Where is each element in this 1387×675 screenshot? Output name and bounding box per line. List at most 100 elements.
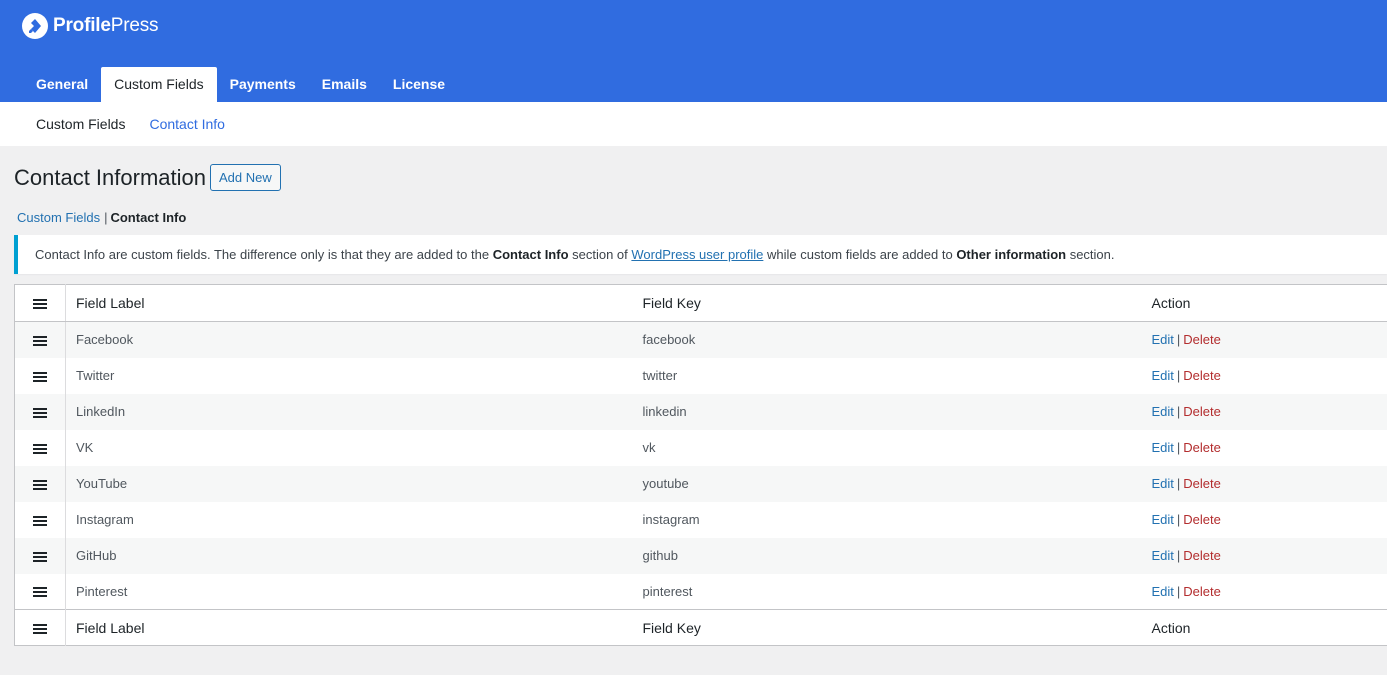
- field-label-cell: Facebook: [76, 332, 134, 348]
- tab-custom-fields[interactable]: Custom Fields: [101, 67, 217, 102]
- field-label-cell: LinkedIn: [76, 404, 126, 419]
- subnav-custom-fields[interactable]: Custom Fields: [36, 116, 125, 132]
- drag-handle-icon[interactable]: [33, 335, 47, 346]
- delete-link[interactable]: Delete: [1183, 404, 1221, 419]
- delete-link[interactable]: Delete: [1183, 584, 1221, 599]
- drag-handle-icon[interactable]: [33, 479, 47, 490]
- action-separator: |: [1176, 512, 1181, 527]
- action-cell: Edit | Delete: [1142, 502, 1387, 538]
- sub-navigation: Custom Fields Contact Info: [0, 102, 1387, 146]
- delete-link[interactable]: Delete: [1183, 548, 1221, 563]
- delete-link[interactable]: Delete: [1183, 368, 1221, 383]
- tab-license[interactable]: License: [380, 67, 458, 102]
- column-header-action: Action: [1141, 284, 1387, 322]
- profilepress-logo-icon: [22, 13, 48, 39]
- drag-handle-icon[interactable]: [33, 371, 47, 382]
- edit-link[interactable]: Edit: [1152, 548, 1174, 563]
- field-label-cell: Pinterest: [76, 583, 128, 599]
- action-cell: Edit | Delete: [1142, 430, 1387, 466]
- action-separator: |: [1176, 583, 1181, 599]
- contact-fields-table: Field Label Field Key Action Facebook fac…: [14, 284, 1387, 646]
- delete-link[interactable]: Delete: [1183, 440, 1221, 455]
- table-row: Facebook facebook Edit | Delete: [14, 321, 1387, 358]
- table-row: VK vk Edit | Delete: [14, 429, 1387, 466]
- table-footer-row: Field Label Field Key Action: [14, 609, 1387, 646]
- column-footer-field-label: Field Label: [65, 609, 633, 646]
- field-key-cell: linkedin: [642, 404, 687, 419]
- tab-general[interactable]: General: [23, 67, 101, 102]
- drag-column-footer: [14, 609, 66, 646]
- add-new-button[interactable]: Add New: [209, 164, 281, 191]
- drag-cell: [14, 501, 66, 538]
- drag-handle-icon: [33, 623, 47, 634]
- delete-link[interactable]: Delete: [1183, 476, 1221, 491]
- action-cell: Edit | Delete: [1142, 394, 1387, 430]
- tab-payments[interactable]: Payments: [217, 67, 309, 102]
- drag-handle-icon: [33, 299, 47, 310]
- drag-column-header: [14, 284, 66, 322]
- edit-link[interactable]: Edit: [1152, 584, 1174, 599]
- table-row: Twitter twitter Edit | Delete: [14, 357, 1387, 394]
- field-label-cell: Twitter: [76, 368, 115, 383]
- action-separator: |: [1176, 332, 1181, 348]
- drag-cell: [14, 321, 66, 358]
- notice-text: while custom fields are added to: [763, 247, 957, 262]
- field-key-cell: github: [642, 548, 678, 563]
- column-header-field-label: Field Label: [65, 284, 633, 322]
- notice-text: section.: [1066, 247, 1115, 262]
- delete-link[interactable]: Delete: [1183, 512, 1221, 527]
- field-key-cell: instagram: [642, 512, 700, 527]
- main-tabs: General Custom Fields Payments Emails Li…: [23, 67, 458, 102]
- table-body: Facebook facebook Edit | Delete Twitter twitte…: [14, 321, 1387, 610]
- column-footer-action: Action: [1141, 609, 1387, 646]
- brand-name: ProfilePress: [53, 15, 159, 36]
- action-separator: |: [1176, 404, 1181, 419]
- edit-link[interactable]: Edit: [1152, 404, 1174, 419]
- edit-link[interactable]: Edit: [1152, 368, 1174, 383]
- drag-cell: [14, 573, 66, 610]
- table-row: LinkedIn linkedin Edit | Delete: [14, 393, 1387, 430]
- breadcrumb-custom-fields-link[interactable]: Custom Fields: [17, 210, 100, 225]
- drag-handle-icon[interactable]: [33, 515, 47, 526]
- action-separator: |: [1176, 476, 1181, 491]
- delete-link[interactable]: Delete: [1183, 332, 1221, 347]
- drag-handle-icon[interactable]: [33, 443, 47, 454]
- edit-link[interactable]: Edit: [1152, 476, 1174, 491]
- drag-cell: [14, 537, 66, 574]
- edit-link[interactable]: Edit: [1152, 440, 1174, 455]
- notice-text: Contact Info are custom fields. The diff…: [35, 247, 493, 262]
- action-separator: |: [1176, 368, 1181, 383]
- top-header-bar: ProfilePress General Custom Fields Payme…: [0, 0, 1387, 102]
- subnav-contact-info[interactable]: Contact Info: [149, 116, 225, 132]
- edit-link[interactable]: Edit: [1152, 332, 1174, 347]
- drag-handle-icon[interactable]: [33, 587, 47, 598]
- action-cell: Edit | Delete: [1142, 466, 1387, 502]
- wordpress-user-profile-link[interactable]: WordPress user profile: [631, 247, 763, 262]
- edit-link[interactable]: Edit: [1152, 512, 1174, 527]
- field-key-cell: twitter: [642, 368, 678, 383]
- table-row: Pinterest pinterest Edit | Delete: [14, 573, 1387, 610]
- table-row: YouTube youtube Edit | Delete: [14, 465, 1387, 502]
- action-cell: Edit | Delete: [1142, 538, 1387, 574]
- page-heading: Contact Information Add New: [14, 164, 281, 191]
- notice-text: section of: [568, 247, 632, 262]
- column-footer-field-key: Field Key: [632, 609, 1142, 646]
- info-notice: Contact Info are custom fields. The diff…: [14, 235, 1387, 274]
- drag-handle-icon[interactable]: [33, 407, 47, 418]
- drag-cell: [14, 429, 66, 466]
- field-key-cell: pinterest: [642, 583, 693, 599]
- notice-bold-contact-info: Contact Info: [492, 247, 569, 262]
- drag-cell: [14, 465, 66, 502]
- tab-emails[interactable]: Emails: [309, 67, 380, 102]
- table-row: Instagram instagram Edit | Delete: [14, 501, 1387, 538]
- field-label-cell: YouTube: [76, 476, 128, 491]
- drag-handle-icon[interactable]: [33, 551, 47, 562]
- breadcrumb-separator: |: [104, 210, 108, 225]
- table-row: GitHub github Edit | Delete: [14, 537, 1387, 574]
- page-title: Contact Information: [14, 164, 206, 190]
- action-separator: |: [1176, 548, 1181, 563]
- drag-cell: [14, 357, 66, 394]
- column-header-field-key: Field Key: [632, 284, 1142, 322]
- field-label-cell: VK: [76, 440, 94, 455]
- brand-logo[interactable]: ProfilePress: [22, 13, 159, 39]
